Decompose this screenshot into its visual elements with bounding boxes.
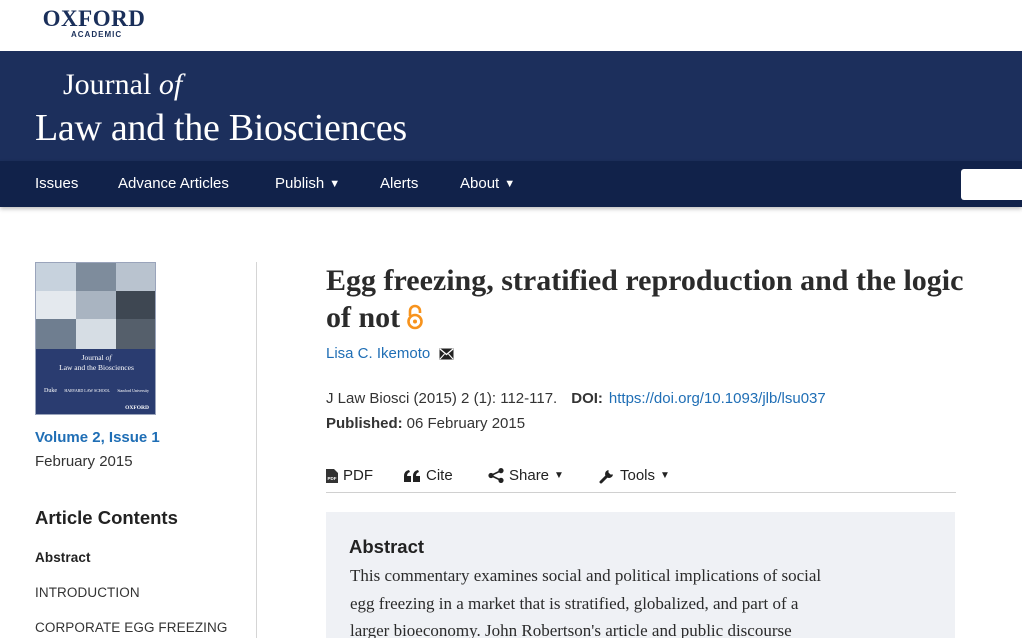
tools-label: Tools	[620, 467, 656, 484]
volume-issue-link[interactable]: Volume 2, Issue 1	[35, 429, 160, 446]
abstract-text-line: egg freezing in a market that is stratif…	[350, 594, 799, 613]
quote-icon	[404, 469, 420, 482]
share-button[interactable]: Share ▼	[488, 467, 564, 484]
journal-title-of: of	[158, 68, 183, 101]
open-access-icon	[406, 302, 424, 339]
toc-item-introduction[interactable]: INTRODUCTION	[35, 585, 140, 600]
doi-label: DOI:	[571, 390, 603, 407]
logo-academic-text: ACADEMIC	[71, 30, 123, 39]
article-toolbar: PDF PDF Cite Share ▼ Tools ▼	[326, 466, 956, 493]
cover-photo-tile	[76, 291, 116, 319]
stanford-logo: Stanford University	[117, 388, 149, 393]
citation-text: J Law Biosci (2015) 2 (1): 112-117.	[326, 390, 558, 407]
cover-journal-title: Journal of Law and the Biosciences	[36, 353, 155, 373]
search-input[interactable]	[961, 169, 1022, 200]
nav-publish[interactable]: Publish ▼	[275, 175, 340, 192]
wrench-icon	[599, 469, 613, 483]
nav-advance-articles-label: Advance Articles	[118, 175, 229, 192]
issue-date: February 2015	[35, 453, 133, 470]
journal-title-line2[interactable]: Law and the Biosciences	[35, 106, 407, 150]
nav-about-label: About	[460, 175, 500, 192]
nav-advance-articles[interactable]: Advance Articles	[118, 175, 229, 192]
nav-issues[interactable]: Issues	[35, 175, 78, 192]
main-nav: Issues Advance Articles Publish ▼ Alerts …	[0, 161, 1022, 207]
pdf-label: PDF	[343, 467, 373, 484]
abstract-heading: Abstract	[349, 536, 425, 557]
journal-title-word: Journal	[63, 68, 159, 101]
toc-item-corporate-egg-freezing[interactable]: CORPORATE EGG FREEZING	[35, 620, 227, 635]
svg-text:PDF: PDF	[328, 476, 337, 481]
author-link[interactable]: Lisa C. Ikemoto	[326, 345, 430, 362]
oxford-academic-logo[interactable]: OXFORD ACADEMIC	[35, 6, 153, 40]
nav-issues-label: Issues	[35, 175, 79, 192]
cover-title-of: of	[105, 353, 112, 362]
journal-title-line1[interactable]: Journal of	[63, 68, 182, 102]
nav-publish-label: Publish	[275, 175, 325, 192]
cover-photo-tile	[76, 263, 116, 291]
cover-photo-tile	[116, 291, 155, 319]
article-title: Egg freezing, stratified reproduction an…	[326, 262, 966, 339]
cover-photo-tile	[36, 319, 76, 349]
tools-button[interactable]: Tools ▼	[599, 467, 670, 484]
journal-cover-image[interactable]: Journal of Law and the Biosciences Duke H…	[35, 262, 156, 415]
share-icon	[488, 468, 504, 483]
duke-logo: Duke	[44, 388, 57, 394]
cover-logos: Duke HARVARD LAW SCHOOL Stanford Univers…	[44, 388, 149, 394]
envelope-icon[interactable]	[439, 347, 454, 365]
logo-oxford-text: OXFORD	[42, 6, 146, 31]
citation-line: J Law Biosci (2015) 2 (1): 112-117. DOI: h…	[326, 390, 826, 407]
journal-banner: Journal of Law and the Biosciences	[0, 51, 1022, 161]
chevron-down-icon: ▼	[504, 178, 516, 190]
abstract-text-line: This commentary examines social and poli…	[350, 566, 822, 585]
pdf-button[interactable]: PDF PDF	[326, 467, 373, 484]
top-bar: OXFORD ACADEMIC	[0, 0, 1022, 51]
published-label: Published:	[326, 415, 403, 432]
cover-photo-tile	[36, 291, 76, 319]
cover-photo-grid	[36, 263, 155, 349]
chevron-down-icon: ▼	[660, 470, 670, 481]
chevron-down-icon: ▼	[554, 470, 564, 481]
article-contents-heading: Article Contents	[35, 507, 178, 528]
cover-title-line2: Law and the Biosciences	[59, 363, 134, 372]
cite-label: Cite	[426, 467, 453, 484]
pdf-icon: PDF	[326, 468, 338, 483]
chevron-down-icon: ▼	[329, 178, 341, 190]
nav-about[interactable]: About ▼	[460, 175, 515, 192]
harvard-logo: HARVARD LAW SCHOOL	[64, 388, 110, 393]
cover-photo-tile	[76, 319, 116, 349]
published-line: Published: 06 February 2015	[326, 415, 525, 432]
cite-button[interactable]: Cite	[404, 467, 453, 484]
doi-link[interactable]: https://doi.org/10.1093/jlb/lsu037	[609, 390, 826, 407]
nav-alerts-label: Alerts	[380, 175, 419, 192]
published-date: 06 February 2015	[406, 415, 526, 432]
abstract-panel: Abstract This commentary examines social…	[326, 512, 955, 638]
toc-item-abstract[interactable]: Abstract	[35, 550, 91, 565]
cover-photo-tile	[116, 319, 155, 349]
share-label: Share	[509, 467, 550, 484]
abstract-text-line: larger bioeconomy. John Robertson's arti…	[350, 621, 792, 638]
column-divider	[256, 262, 257, 638]
nav-alerts[interactable]: Alerts	[380, 175, 418, 192]
cover-oxford-logo: OXFORD	[125, 405, 149, 411]
cover-photo-tile	[116, 263, 155, 291]
cover-photo-tile	[36, 263, 76, 291]
cover-title-word: Journal	[81, 353, 106, 362]
